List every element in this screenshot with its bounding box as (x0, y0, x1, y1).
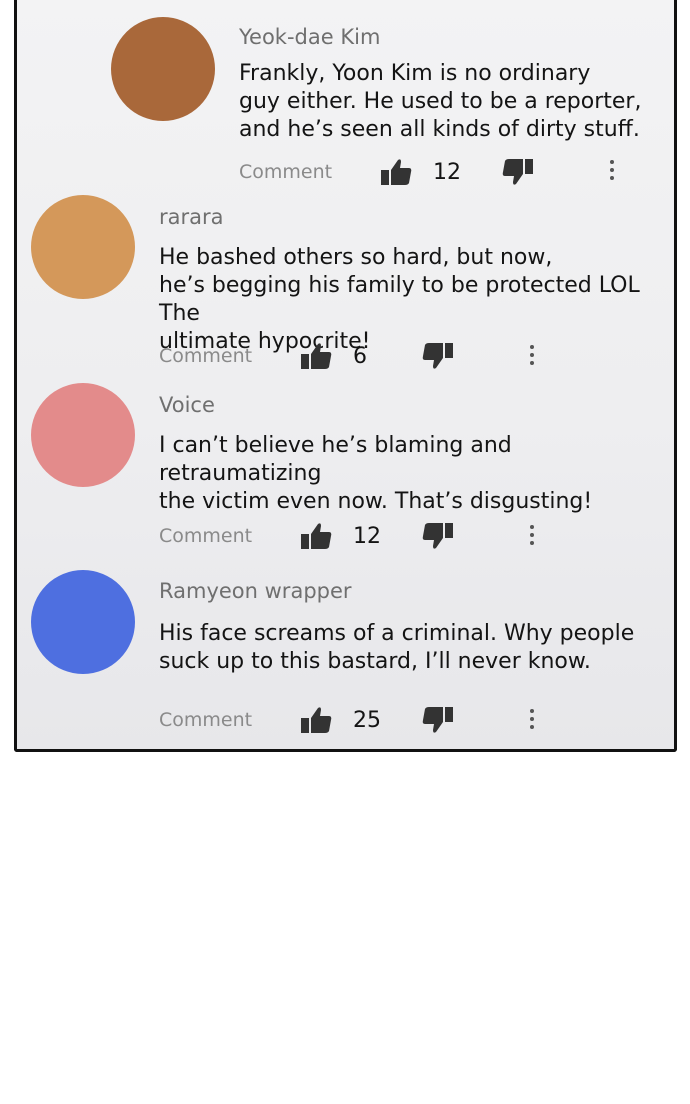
comment-text: I can’t believe he’s blaming and retraum… (159, 433, 593, 514)
comment-actions: Comment 6 (159, 341, 455, 371)
like-count: 6 (353, 343, 367, 369)
avatar[interactable] (31, 195, 135, 299)
thumbs-down-icon[interactable] (421, 521, 455, 551)
comment-panel: Yeok-dae Kim Frankly, Yoon Kim is no ord… (14, 0, 677, 752)
avatar[interactable] (31, 383, 135, 487)
reply-button[interactable]: Comment (159, 525, 299, 547)
thumbs-down-icon[interactable] (501, 157, 535, 187)
reply-button[interactable]: Comment (159, 709, 299, 731)
thumbs-up-icon[interactable] (299, 705, 333, 735)
like-count: 12 (353, 523, 381, 549)
comment-actions: Comment 25 (159, 705, 455, 735)
like-count: 25 (353, 707, 381, 733)
more-vertical-icon[interactable] (527, 345, 537, 371)
more-vertical-icon[interactable] (527, 709, 537, 735)
comment-actions: Comment 12 (239, 157, 535, 187)
thumbs-up-icon[interactable] (379, 157, 413, 187)
comment-actions: Comment 12 (159, 521, 455, 551)
thumbs-up-icon[interactable] (299, 521, 333, 551)
comment-author[interactable]: Ramyeon wrapper (159, 578, 674, 604)
comment-author[interactable]: Yeok-dae Kim (239, 24, 674, 50)
avatar[interactable] (31, 570, 135, 674)
comment-text: He bashed others so hard, but now, he’s … (159, 245, 640, 354)
thumbs-down-icon[interactable] (421, 341, 455, 371)
reply-button[interactable]: Comment (239, 161, 379, 183)
like-count: 12 (433, 159, 461, 185)
thumbs-up-icon[interactable] (299, 341, 333, 371)
avatar[interactable] (111, 17, 215, 121)
more-vertical-icon[interactable] (607, 160, 617, 186)
more-vertical-icon[interactable] (527, 525, 537, 551)
comment-text: Frankly, Yoon Kim is no ordinary guy eit… (239, 61, 642, 142)
comment-author[interactable]: Voice (159, 392, 674, 418)
comment-author[interactable]: rarara (159, 204, 674, 230)
comment-text: His face screams of a criminal. Why peop… (159, 621, 635, 674)
thumbs-down-icon[interactable] (421, 705, 455, 735)
reply-button[interactable]: Comment (159, 345, 299, 367)
